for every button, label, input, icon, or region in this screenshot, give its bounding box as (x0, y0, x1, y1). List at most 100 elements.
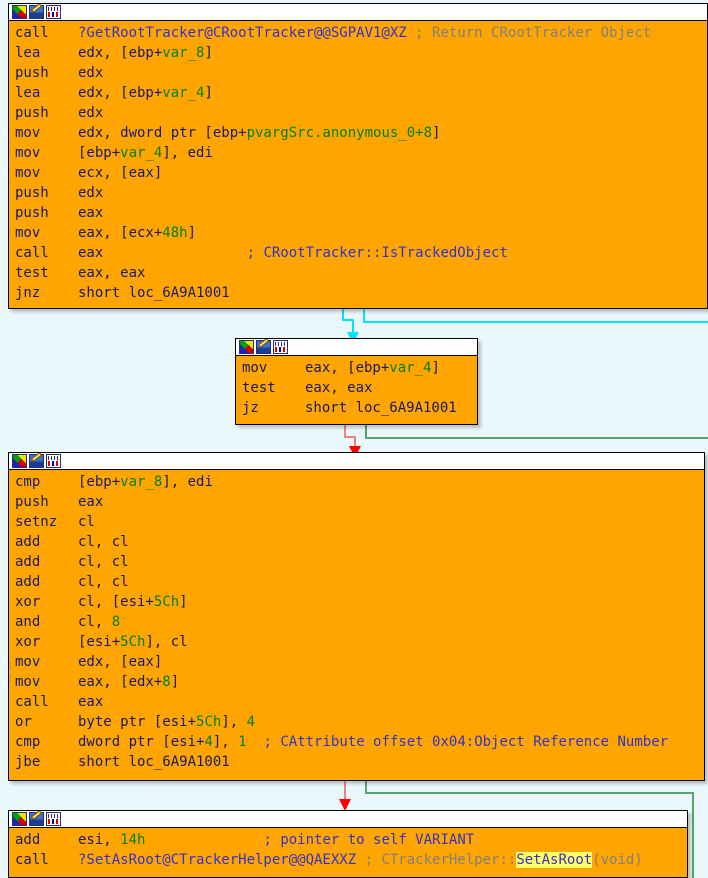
code-line[interactable]: movedx, dword ptr [ebp+pvargSrc.anonymou… (9, 123, 707, 143)
node-titlebar[interactable] (9, 4, 707, 21)
code-line[interactable]: movecx, [eax] (9, 163, 707, 183)
code-line[interactable]: addcl, cl (9, 532, 704, 552)
graph-icon[interactable] (46, 454, 61, 468)
operands[interactable]: eax, [ecx+48h] (78, 225, 196, 241)
operands[interactable]: [ebp+var_4], edi (78, 145, 213, 161)
palette-icon[interactable] (12, 812, 27, 826)
code-line[interactable]: orbyte ptr [esi+5Ch], 4 (9, 712, 704, 732)
operands[interactable]: [ebp+var_8], edi (78, 474, 213, 490)
code-line[interactable]: xor[esi+5Ch], cl (9, 632, 704, 652)
graph-canvas[interactable]: call ?GetRootTracker@CRootTracker@@SGPAV1… (0, 0, 708, 878)
operands[interactable]: short loc_6A9A1001 (78, 754, 230, 770)
edit-icon[interactable] (256, 340, 271, 354)
operands[interactable]: edx (78, 185, 103, 201)
graph-icon[interactable] (46, 5, 61, 19)
operands[interactable]: esi, 14h (78, 832, 145, 848)
edit-icon[interactable] (29, 812, 44, 826)
operands[interactable]: edx, dword ptr [ebp+pvargSrc.anonymous_0… (78, 125, 440, 141)
node-titlebar[interactable] (236, 339, 477, 356)
code-line[interactable]: testeax, eax (236, 378, 477, 398)
code-line[interactable]: addesi, 14h ; pointer to self VARIANT (9, 830, 687, 850)
graph-node-block-3[interactable]: cmp[ebp+var_8], edipusheaxsetnzcladdcl, … (8, 452, 705, 781)
graph-node-block-4[interactable]: addesi, 14h ; pointer to self VARIANTcal… (8, 810, 688, 878)
code-line[interactable]: xorcl, [esi+5Ch] (9, 592, 704, 612)
operands[interactable]: cl, cl (78, 534, 129, 550)
node-titlebar[interactable] (9, 811, 687, 828)
operands[interactable]: cl (78, 514, 95, 530)
edge-block1-block2 (343, 308, 353, 332)
operands[interactable]: eax, eax (305, 380, 372, 396)
graph-icon[interactable] (46, 812, 61, 826)
node-code[interactable]: call ?GetRootTracker@CRootTracker@@SGPAV1… (9, 21, 707, 305)
code-line[interactable]: moveax, [edx+8] (9, 672, 704, 692)
code-line[interactable]: cmp[ebp+var_8], edi (9, 472, 704, 492)
operands[interactable]: short loc_6A9A1001 (78, 285, 230, 301)
operands[interactable]: cl, 8 (78, 614, 120, 630)
edit-icon[interactable] (29, 5, 44, 19)
edge-block1-offscreen (364, 308, 708, 322)
code-line[interactable]: call?SetAsRoot@CTrackerHelper@@QAEXXZ ; … (9, 850, 687, 870)
operands[interactable]: eax, [ebp+var_4] (305, 360, 440, 376)
graph-node-block-2[interactable]: moveax, [ebp+var_4]testeax, eaxjzshort l… (235, 338, 478, 425)
code-line[interactable]: pusheax (9, 203, 707, 223)
operands[interactable]: edx (78, 65, 103, 81)
graph-node-block-1[interactable]: call ?GetRootTracker@CRootTracker@@SGPAV1… (8, 3, 708, 309)
code-line[interactable]: addcl, cl (9, 572, 704, 592)
operands[interactable]: edx (78, 105, 103, 121)
code-line[interactable]: leaedx, [ebp+var_4] (9, 83, 707, 103)
code-line[interactable]: andcl, 8 (9, 612, 704, 632)
code-line[interactable]: setnzcl (9, 512, 704, 532)
operands[interactable]: [esi+5Ch], cl (78, 634, 188, 650)
operands[interactable]: ?GetRootTracker@CRootTracker@@SGPAV1@XZ (78, 25, 407, 41)
operands[interactable]: edx, [eax] (78, 654, 162, 670)
mnemonic: call (15, 243, 78, 263)
code-line[interactable]: moveax, [ecx+48h] (9, 223, 707, 243)
code-line[interactable]: pushedx (9, 183, 707, 203)
highlighted-token[interactable]: SetAsRoot (516, 852, 592, 868)
mnemonic: jnz (15, 283, 78, 303)
mnemonic: cmp (15, 472, 78, 492)
operands[interactable]: cl, cl (78, 574, 129, 590)
code-line[interactable]: leaedx, [ebp+var_8] (9, 43, 707, 63)
mnemonic: push (15, 103, 78, 123)
operands[interactable]: eax, eax (78, 265, 145, 281)
code-line[interactable]: moveax, [ebp+var_4] (236, 358, 477, 378)
operands[interactable]: cl, [esi+5Ch] (78, 594, 188, 610)
operands[interactable]: eax (78, 694, 103, 710)
node-code[interactable]: addesi, 14h ; pointer to self VARIANTcal… (9, 828, 687, 872)
code-line[interactable]: calleax (9, 692, 704, 712)
code-line[interactable]: jnzshort loc_6A9A1001 (9, 283, 707, 303)
code-line[interactable]: movedx, [eax] (9, 652, 704, 672)
operands[interactable]: edx, [ebp+var_8] (78, 45, 213, 61)
code-line[interactable]: pusheax (9, 492, 704, 512)
operands[interactable]: eax (78, 494, 103, 510)
operands[interactable]: edx, [ebp+var_4] (78, 85, 213, 101)
palette-icon[interactable] (12, 454, 27, 468)
palette-icon[interactable] (239, 340, 254, 354)
operands[interactable]: byte ptr [esi+5Ch], 4 (78, 714, 255, 730)
operands[interactable]: ecx, [eax] (78, 165, 162, 181)
operands[interactable]: eax, [edx+8] (78, 674, 179, 690)
graph-icon[interactable] (273, 340, 288, 354)
node-titlebar[interactable] (9, 453, 704, 470)
operands[interactable]: eax (78, 205, 103, 221)
code-line[interactable]: call?GetRootTracker@CRootTracker@@SGPAV1… (9, 23, 707, 43)
code-line[interactable]: addcl, cl (9, 552, 704, 572)
operands[interactable]: eax (78, 245, 103, 261)
code-line[interactable]: jzshort loc_6A9A1001 (236, 398, 477, 418)
code-line[interactable]: pushedx (9, 103, 707, 123)
operands[interactable]: ?SetAsRoot@CTrackerHelper@@QAEXXZ (78, 852, 356, 868)
code-line[interactable]: jbeshort loc_6A9A1001 (9, 752, 704, 772)
node-code[interactable]: moveax, [ebp+var_4]testeax, eaxjzshort l… (236, 356, 477, 420)
code-line[interactable]: testeax, eax (9, 263, 707, 283)
operands[interactable]: cl, cl (78, 554, 129, 570)
code-line[interactable]: calleax ; CRootTracker::IsTrackedObject (9, 243, 707, 263)
code-line[interactable]: mov[ebp+var_4], edi (9, 143, 707, 163)
code-line[interactable]: pushedx (9, 63, 707, 83)
edit-icon[interactable] (29, 454, 44, 468)
code-line[interactable]: cmpdword ptr [esi+4], 1 ; CAttribute off… (9, 732, 704, 752)
operands[interactable]: dword ptr [esi+4], 1 (78, 734, 247, 750)
palette-icon[interactable] (12, 5, 27, 19)
node-code[interactable]: cmp[ebp+var_8], edipusheaxsetnzcladdcl, … (9, 470, 704, 774)
operands[interactable]: short loc_6A9A1001 (305, 400, 457, 416)
